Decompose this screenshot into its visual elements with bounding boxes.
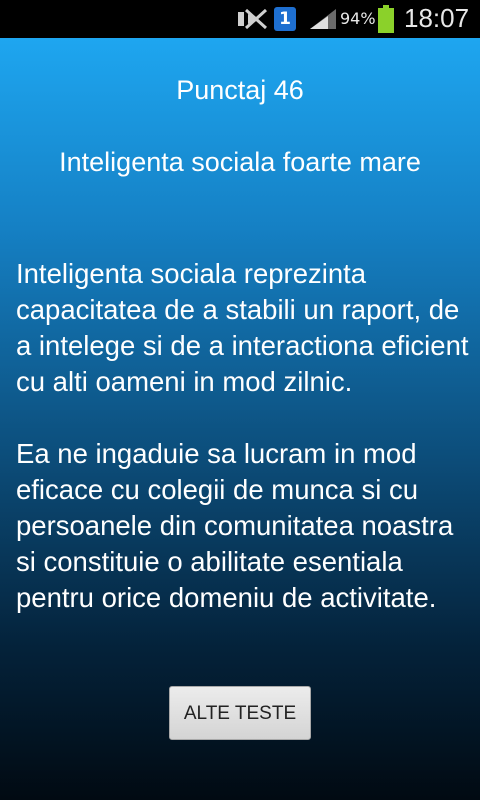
description-paragraph: Inteligenta sociala reprezinta capacitat…	[16, 258, 469, 397]
status-bar: 1 94% 18:07	[0, 0, 480, 38]
status-clock: 18:07	[404, 3, 470, 33]
result-title: Inteligenta sociala foarte mare	[59, 147, 421, 177]
result-screen: Punctaj 46 Inteligenta sociala foarte ma…	[0, 38, 480, 800]
battery-percent: 94%	[340, 9, 376, 28]
score-label: Punctaj 46	[176, 75, 304, 105]
more-tests-button[interactable]: ALTE TESTE	[169, 686, 311, 740]
sim-slot-icon: 1	[274, 7, 296, 31]
signal-icon	[310, 9, 336, 29]
battery-icon	[378, 5, 394, 33]
result-description: Inteligenta sociala reprezinta capacitat…	[16, 256, 478, 616]
description-paragraph: Ea ne ingaduie sa lucram in mod eficace …	[16, 438, 454, 613]
notification-sync-icon	[238, 8, 268, 30]
